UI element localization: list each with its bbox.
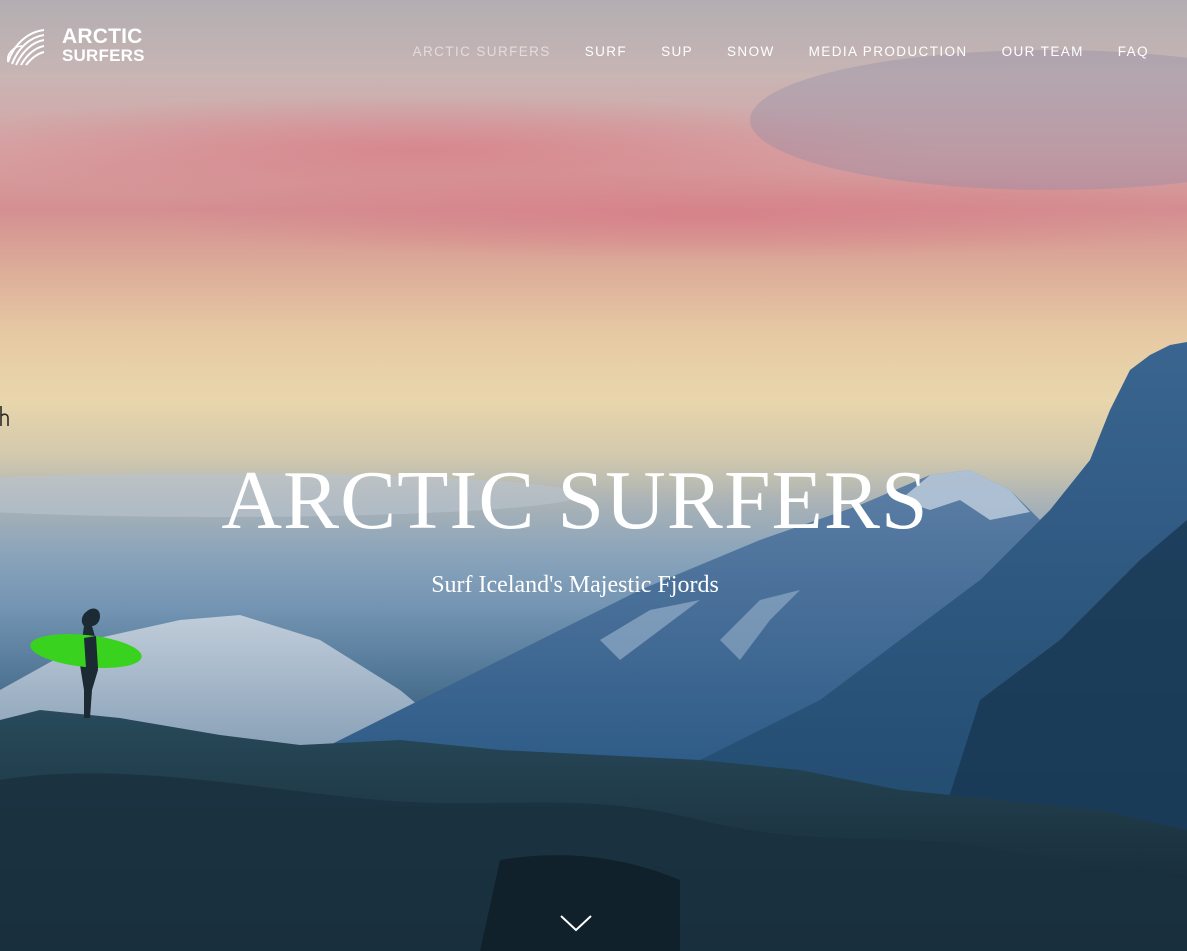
side-script-mark (0, 404, 10, 428)
hero-subtitle: Surf Iceland's Majestic Fjords (431, 572, 719, 598)
main-nav: ARCTIC SURFERS SURF SUP SNOW MEDIA PRODU… (379, 44, 1149, 59)
nav-item-media-production[interactable]: MEDIA PRODUCTION (809, 44, 968, 59)
hero-section: ARCTIC SURFERS ARCTIC SURFERS SURF SUP S… (0, 0, 1187, 951)
logo-wordmark: ARCTIC SURFERS (62, 25, 145, 65)
nav-item-our-team[interactable]: OUR TEAM (1002, 44, 1084, 59)
hero-title: ARCTIC SURFERS (221, 454, 929, 547)
nav-item-surf[interactable]: SURF (585, 44, 627, 59)
nav-item-arctic-surfers[interactable]: ARCTIC SURFERS (413, 44, 551, 59)
logo-line-1: ARCTIC (62, 25, 143, 48)
nav-item-sup[interactable]: SUP (661, 44, 693, 59)
scroll-down-button[interactable] (559, 912, 593, 934)
site-logo[interactable]: ARCTIC SURFERS (4, 24, 145, 68)
wave-swirl-icon (6, 29, 45, 66)
logo-line-2: SURFERS (62, 46, 145, 65)
nav-item-snow[interactable]: SNOW (727, 44, 775, 59)
site-header: ARCTIC SURFERS ARCTIC SURFERS SURF SUP S… (0, 0, 1187, 100)
chevron-down-icon (560, 915, 592, 932)
nav-item-faq[interactable]: FAQ (1118, 44, 1149, 59)
